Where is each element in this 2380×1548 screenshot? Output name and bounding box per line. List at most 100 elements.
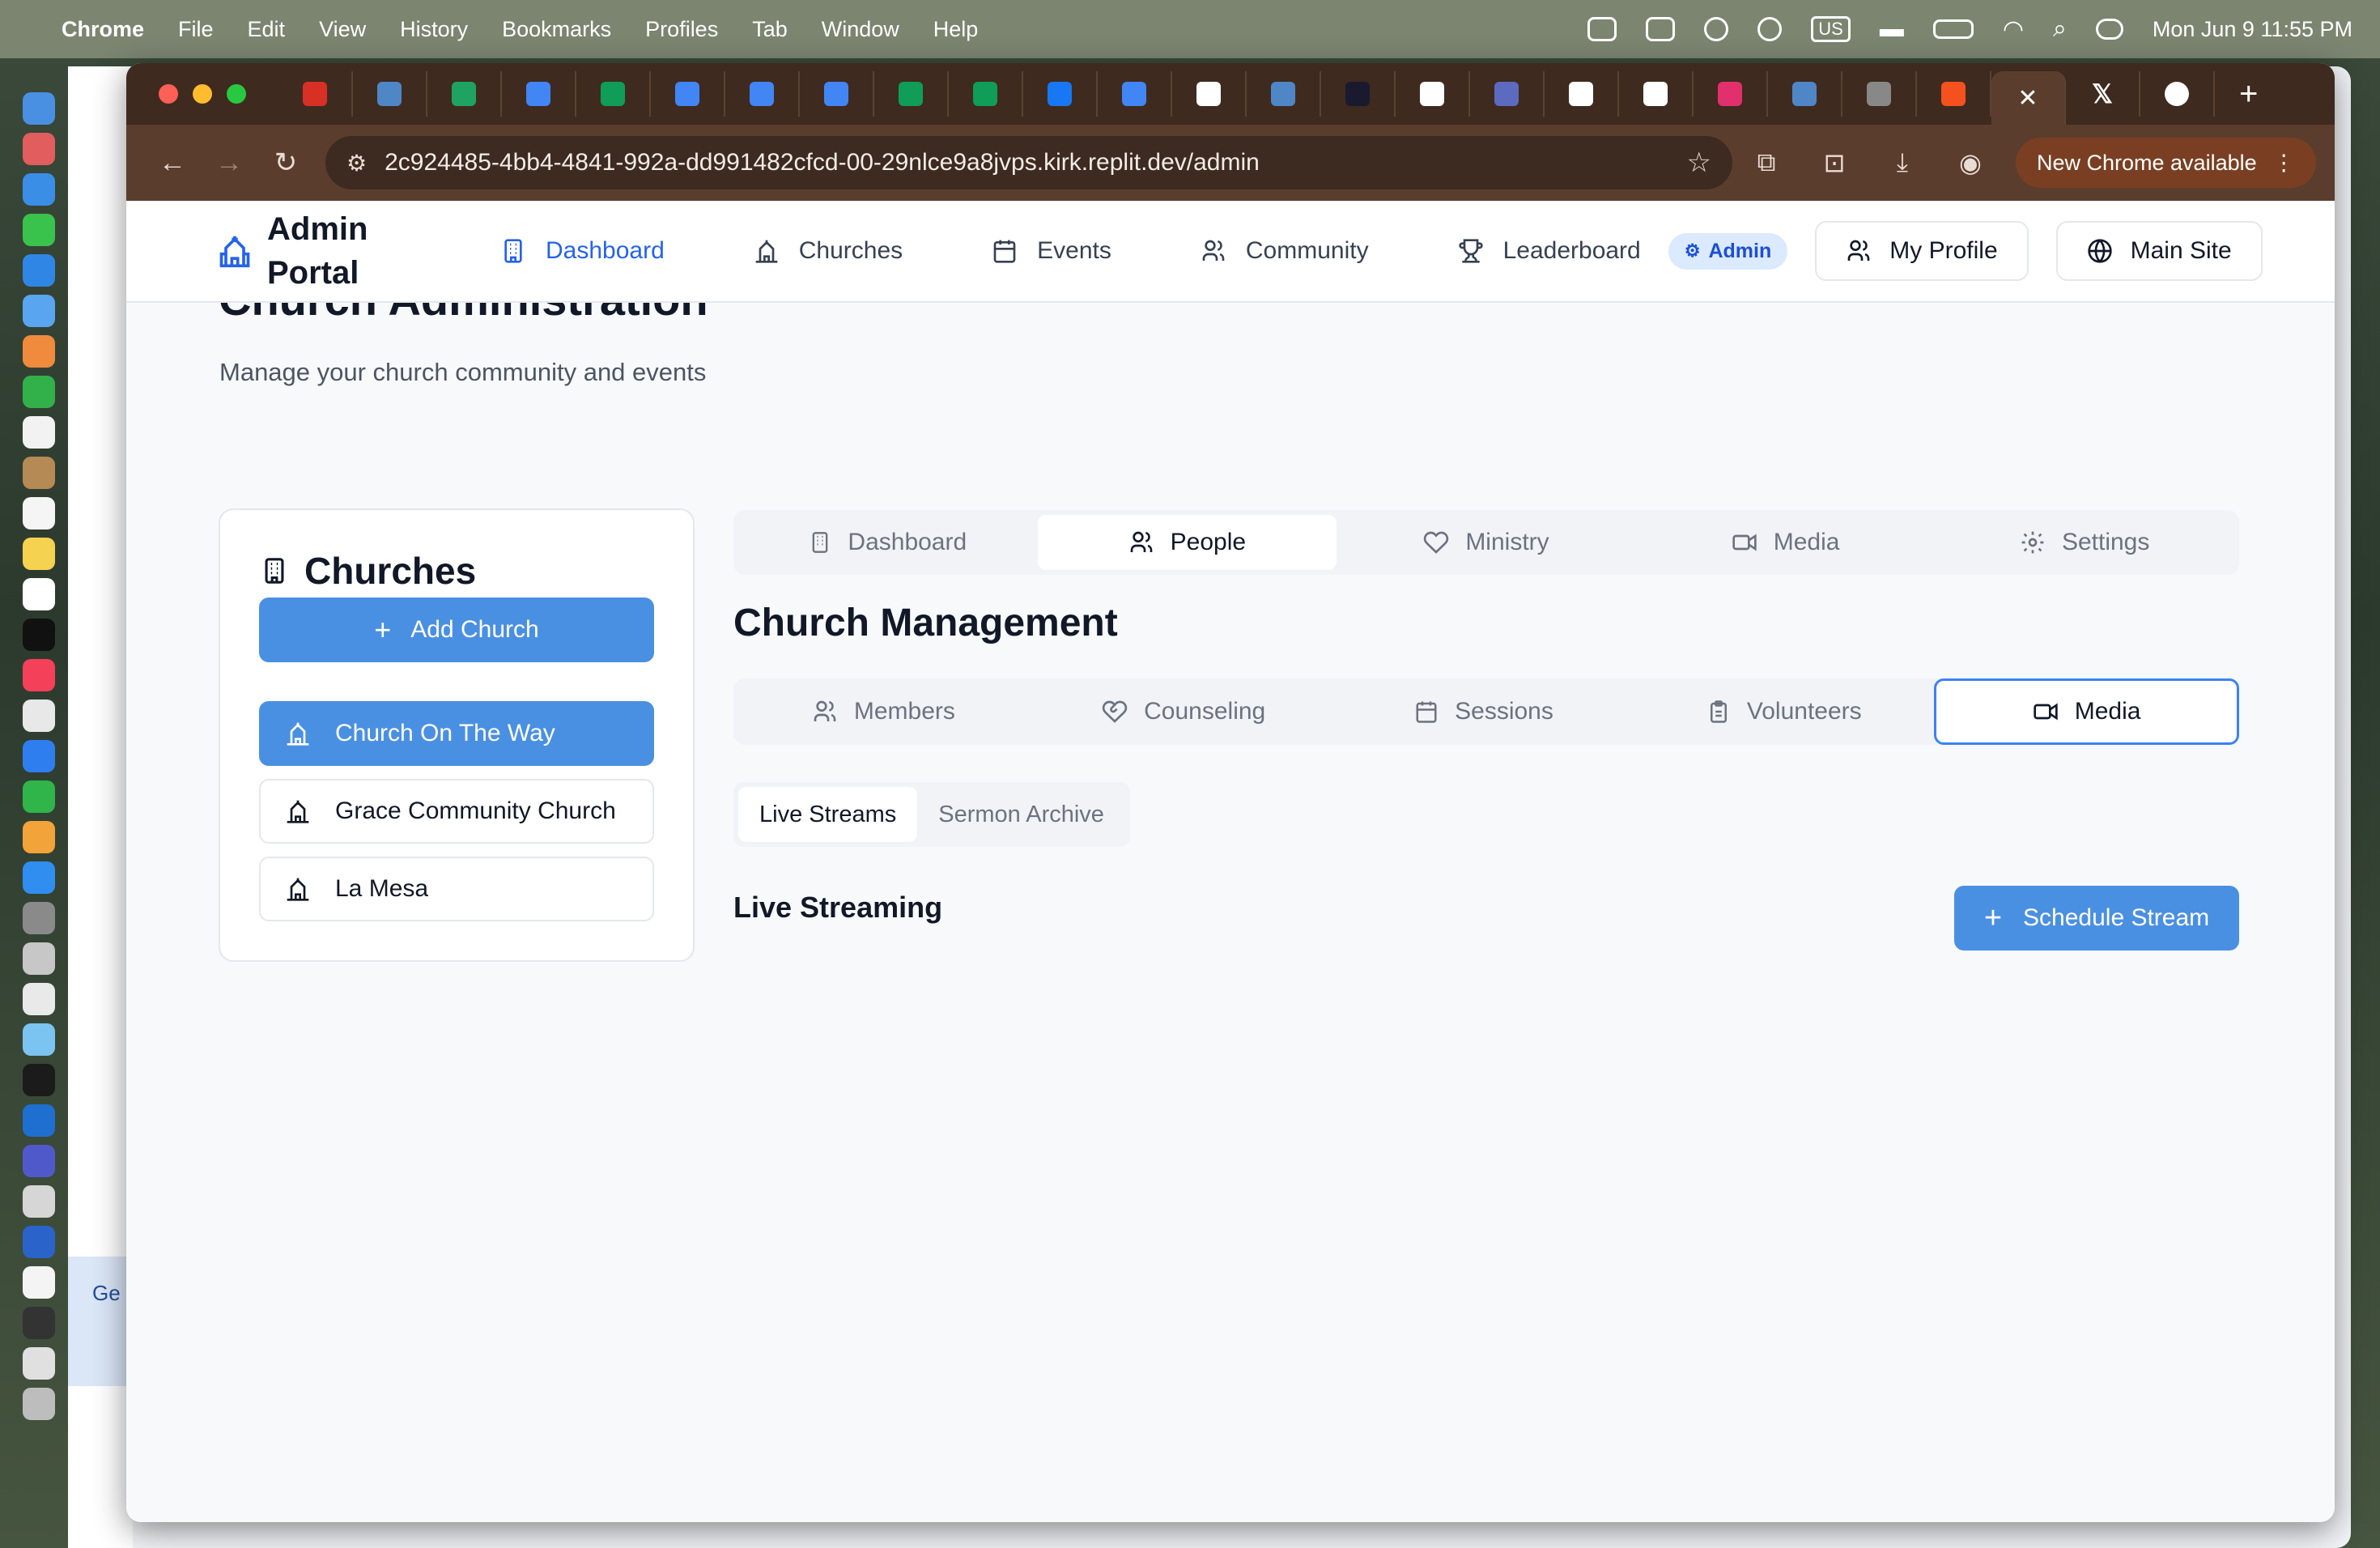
dock-mail-icon[interactable] [23, 254, 55, 287]
minimize-window-button[interactable] [193, 84, 212, 104]
browser-tab[interactable] [1023, 71, 1098, 117]
dock-chrome-icon[interactable] [23, 983, 55, 1015]
tab-sermon-archive[interactable]: Sermon Archive [917, 787, 1125, 842]
teams-status-icon[interactable] [1587, 17, 1617, 41]
menu-window[interactable]: Window [822, 17, 899, 42]
vpn-status-icon[interactable] [1704, 17, 1729, 41]
browser-tab[interactable] [1619, 71, 1694, 117]
dock-safari-icon[interactable] [23, 173, 55, 206]
browser-tab[interactable] [1098, 71, 1172, 117]
browser-tab[interactable] [278, 71, 353, 117]
menu-history[interactable]: History [400, 17, 468, 42]
menu-file[interactable]: File [178, 17, 214, 42]
subtab-volunteers[interactable]: Volunteers [1634, 678, 1934, 745]
browser-tab[interactable] [651, 71, 725, 117]
dock-launchpad-icon[interactable] [23, 133, 55, 165]
church-item-la-mesa[interactable]: La Mesa [259, 857, 654, 921]
bed-status-icon[interactable]: ▬ [1880, 15, 1904, 43]
dock-calendar-icon[interactable] [23, 416, 55, 449]
battery-icon[interactable] [1932, 19, 1974, 39]
dock-terminal-icon[interactable] [23, 1064, 55, 1096]
browser-tab[interactable] [1247, 71, 1321, 117]
dock-game-icon[interactable] [23, 1307, 55, 1339]
dock-reminders-icon[interactable] [23, 497, 55, 529]
browser-tab[interactable] [353, 71, 427, 117]
menu-bookmarks[interactable]: Bookmarks [502, 17, 611, 42]
tab-live-streams[interactable]: Live Streams [738, 787, 918, 842]
browser-tab[interactable] [1545, 71, 1619, 117]
dock-calendar-2-icon[interactable] [23, 1266, 55, 1299]
dock-outlook-icon[interactable] [23, 1104, 55, 1137]
tab-settings[interactable]: Settings [1935, 515, 2234, 570]
url-text[interactable]: 2c924485-4bb4-4841-992a-dd991482cfcd-00-… [385, 149, 1260, 176]
nav-dashboard[interactable]: Dashboard [500, 237, 665, 265]
browser-tab[interactable] [1694, 71, 1768, 117]
browser-tab[interactable] [1321, 71, 1396, 117]
dock-music-icon[interactable] [23, 659, 55, 691]
menu-profiles[interactable]: Profiles [645, 17, 718, 42]
subtab-counseling[interactable]: Counseling [1034, 678, 1334, 745]
control-center-icon[interactable] [2095, 19, 2123, 40]
tab-media[interactable]: Media [1636, 515, 1936, 570]
download-icon[interactable]: ⤓ [1868, 147, 1936, 178]
browser-tab-x[interactable]: 𝕏 [2066, 71, 2140, 117]
browser-tab[interactable] [1768, 71, 1842, 117]
subtab-sessions[interactable]: Sessions [1334, 678, 1634, 745]
tab-people[interactable]: People [1037, 515, 1337, 570]
profile-avatar-icon[interactable]: ◉ [1936, 147, 2004, 178]
close-window-button[interactable] [159, 84, 178, 104]
dock-tv-icon[interactable] [23, 619, 55, 651]
menu-view[interactable]: View [319, 17, 366, 42]
browser-tab[interactable] [1470, 71, 1545, 117]
subtab-media[interactable]: Media [1934, 678, 2239, 745]
brand[interactable]: Admin Portal [217, 207, 452, 295]
browser-tab-active[interactable]: ✕ [1991, 71, 2066, 125]
browser-tab[interactable] [576, 71, 651, 117]
browser-tab[interactable] [1917, 71, 1991, 117]
dock-xcode-icon[interactable] [23, 1023, 55, 1056]
dock-photos-icon[interactable] [23, 335, 55, 368]
schedule-stream-button[interactable]: + Schedule Stream [1954, 886, 2239, 950]
menu-tab[interactable]: Tab [752, 17, 788, 42]
dock-settings-icon[interactable] [23, 902, 55, 934]
add-church-button[interactable]: + Add Church [259, 598, 654, 662]
site-info-icon[interactable]: ⚙ [346, 150, 367, 176]
dock-facetime-icon[interactable] [23, 376, 55, 408]
dock-finder-window-icon[interactable] [23, 1185, 55, 1218]
bookmark-star-icon[interactable]: ☆ [1687, 147, 1711, 179]
outlook-status-icon[interactable] [1646, 17, 1676, 41]
browser-tab[interactable] [800, 71, 874, 117]
church-item-grace-community-church[interactable]: Grace Community Church [259, 779, 654, 844]
dock-contacts-icon[interactable] [23, 457, 55, 489]
dock-downloads-icon[interactable] [23, 1347, 55, 1380]
menubar-clock[interactable]: Mon Jun 9 11:55 PM [2153, 17, 2352, 42]
browser-tab[interactable] [949, 71, 1023, 117]
my-profile-button[interactable]: My Profile [1815, 221, 2029, 281]
input-source-indicator[interactable]: US [1811, 16, 1851, 42]
chrome-update-button[interactable]: New Chrome available ⋮ [2016, 138, 2316, 188]
browser-tab[interactable] [1396, 71, 1470, 117]
browser-tab-google[interactable] [2140, 71, 2215, 117]
menu-edit[interactable]: Edit [248, 17, 286, 42]
dock-appstore-icon[interactable] [23, 861, 55, 894]
search-icon[interactable]: ⌕ [2053, 15, 2067, 43]
zoom-window-button[interactable] [227, 84, 246, 104]
dock-keynote-icon[interactable] [23, 740, 55, 772]
tab-search-icon[interactable]: ⊡ [1800, 147, 1868, 178]
back-button[interactable]: ← [144, 147, 201, 179]
main-site-button[interactable]: Main Site [2055, 221, 2263, 281]
church-item-church-on-the-way[interactable]: Church On The Way [259, 701, 654, 766]
wifi-icon[interactable]: ◠ [2003, 15, 2024, 44]
reload-button[interactable]: ↻ [257, 147, 314, 179]
dock-notes-icon[interactable] [23, 538, 55, 570]
dock-preview-icon[interactable] [23, 942, 55, 975]
nav-events[interactable]: Events [992, 237, 1111, 265]
extensions-icon[interactable]: ⧉ [1732, 147, 1800, 178]
browser-tab[interactable] [1172, 71, 1247, 117]
browser-tab[interactable] [502, 71, 576, 117]
menu-help[interactable]: Help [933, 17, 979, 42]
tab-ministry[interactable]: Ministry [1337, 515, 1636, 570]
dock-maps-icon[interactable] [23, 295, 55, 327]
dock-finder-icon[interactable] [23, 92, 55, 125]
dock-pages-icon[interactable] [23, 821, 55, 853]
